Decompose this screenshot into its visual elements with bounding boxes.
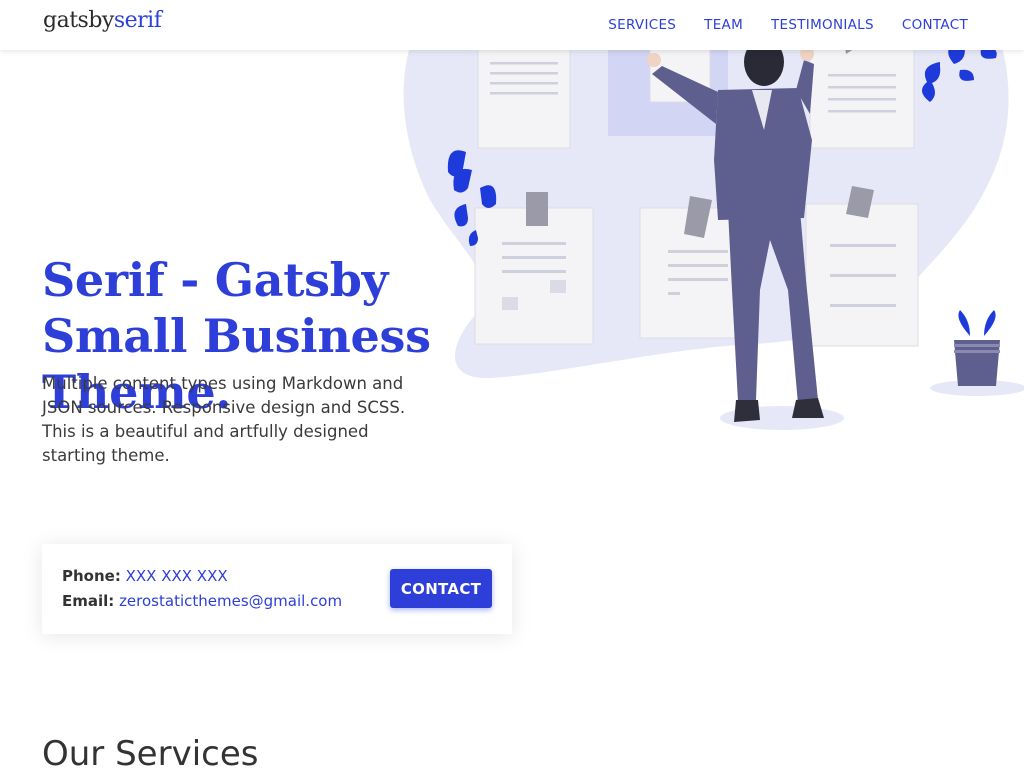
nav-link-contact[interactable]: CONTACT [902,17,968,33]
main-nav: SERVICES TEAM TESTIMONIALS CONTACT [608,17,968,33]
services-heading: Our Services [42,734,259,768]
nav-link-team[interactable]: TEAM [704,17,743,33]
phone-label: Phone: [62,567,121,585]
email-link[interactable]: zerostaticthemes@gmail.com [119,592,342,610]
nav-link-testimonials[interactable]: TESTIMONIALS [771,17,874,33]
site-header: gatsbyserif SERVICES TEAM TESTIMONIALS C… [0,0,1024,50]
nav-link-services[interactable]: SERVICES [608,17,676,33]
hero-description: Multiple content types using Markdown an… [42,374,406,465]
phone-link[interactable]: XXX XXX XXX [126,567,228,585]
phone-line: Phone: XXX XXX XXX [62,567,228,585]
email-label: Email: [62,592,115,610]
paper-icon [477,40,571,149]
paper-icon [809,40,915,149]
contact-card: Phone: XXX XXX XXX Email: zerostaticthem… [42,544,512,634]
site-logo[interactable]: gatsbyserif [43,8,162,33]
potted-plant-icon [930,310,1024,396]
email-line: Email: zerostaticthemes@gmail.com [62,592,342,610]
logo-text-serif: serif [113,8,162,33]
paper-icon [805,186,919,347]
logo-text-gatsby: gatsby [43,8,114,33]
contact-button[interactable]: CONTACT [390,569,492,608]
